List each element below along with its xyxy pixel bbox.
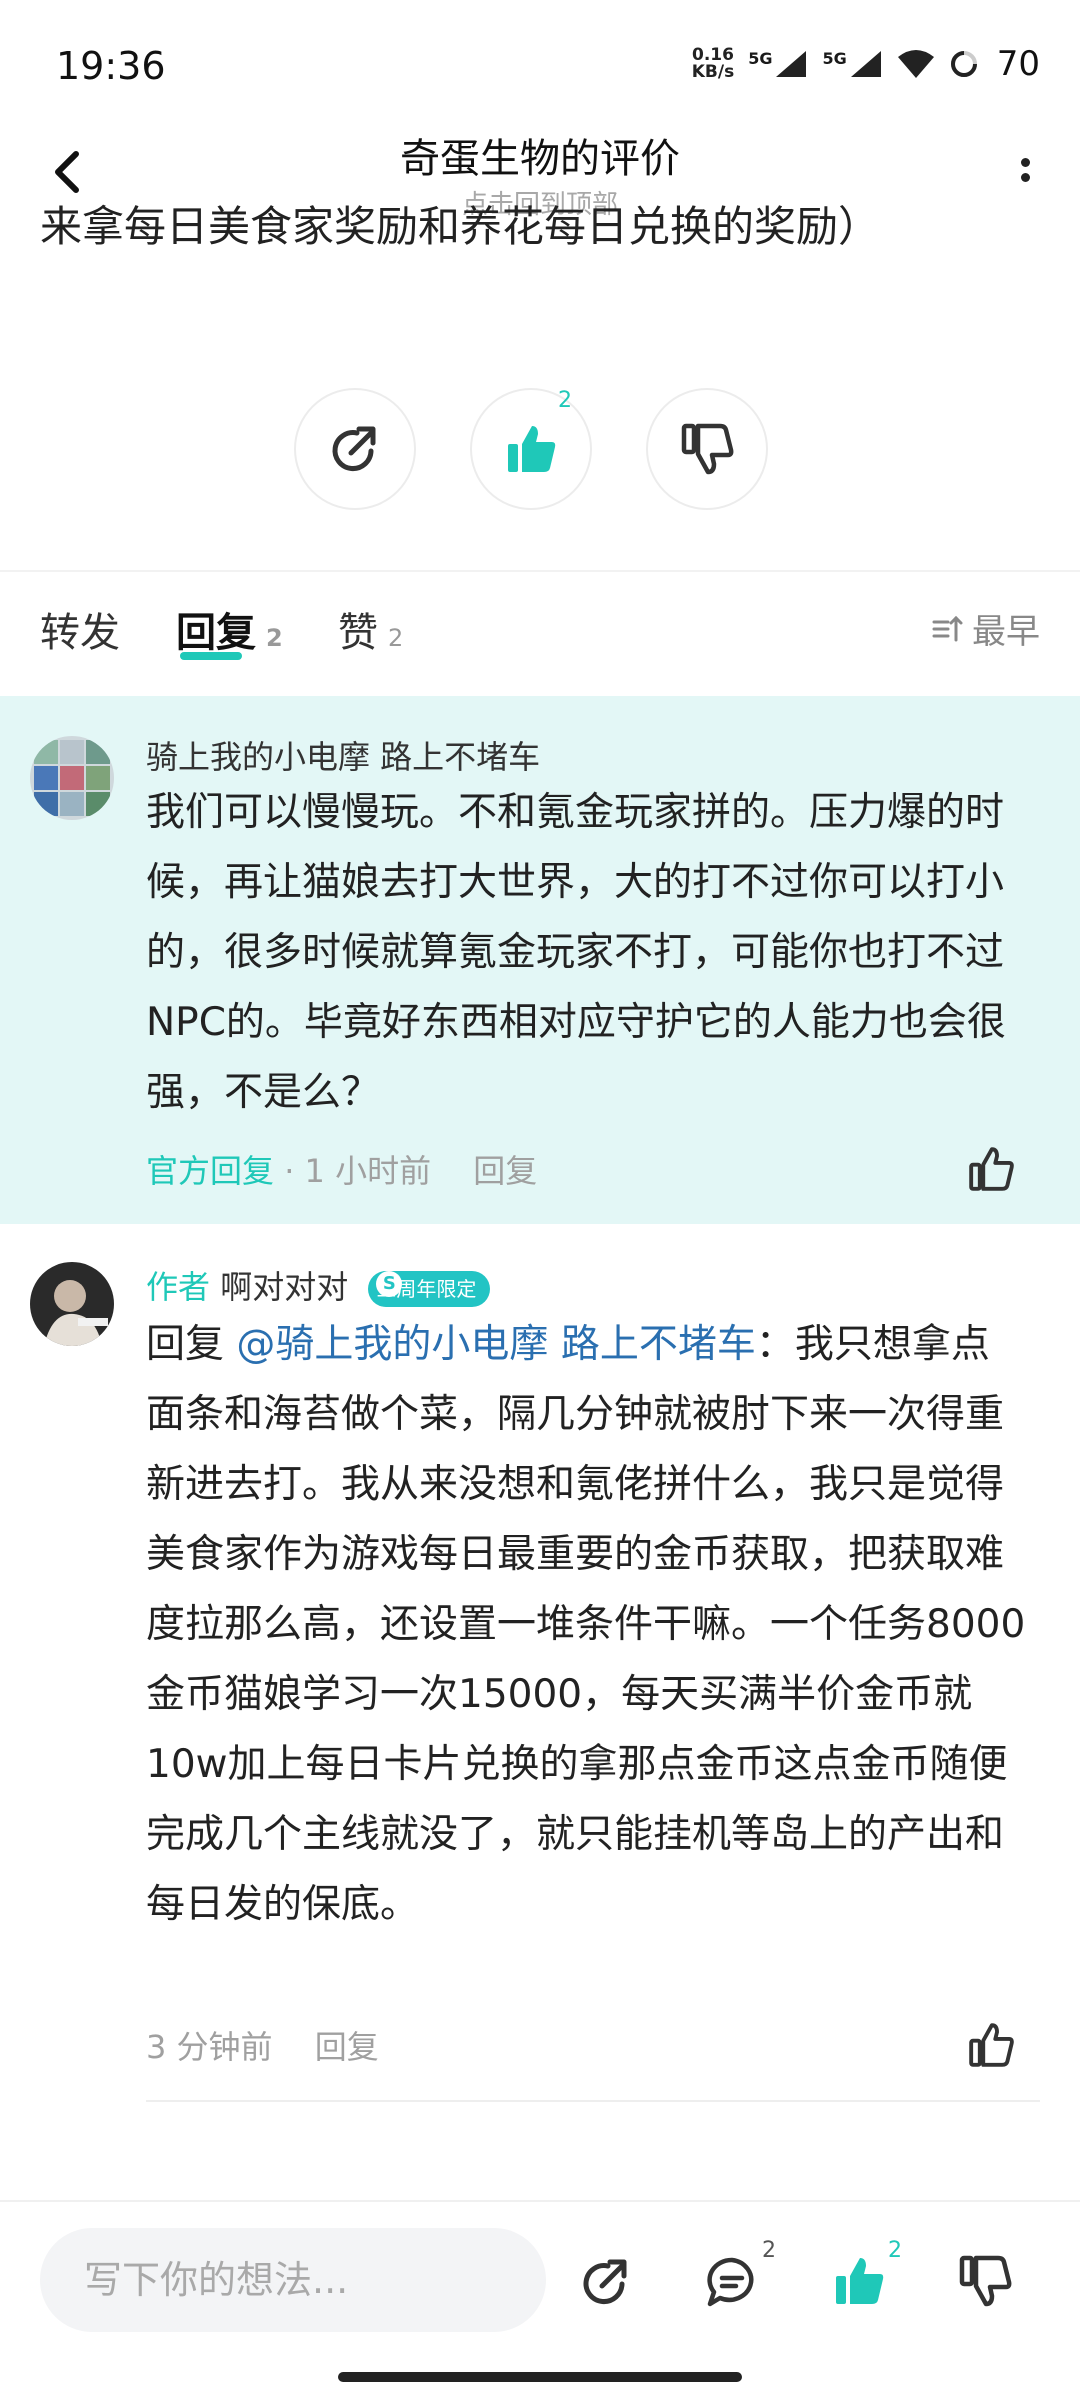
thumbs-up-icon bbox=[969, 1147, 1014, 1191]
home-indicator[interactable] bbox=[338, 2372, 742, 2382]
comment-text: 回复 @骑上我的小电摩 路上不堵车：我只想拿点面条和海苔做个菜，隔几分钟就被肘下… bbox=[146, 1322, 1026, 1927]
reply-button[interactable]: 回复 bbox=[473, 1152, 537, 1190]
comment-count: 2 bbox=[762, 2238, 776, 2263]
more-options-button[interactable] bbox=[1010, 152, 1040, 202]
dislike-button[interactable] bbox=[956, 2252, 1014, 2314]
avatar[interactable] bbox=[30, 1262, 114, 1346]
author-line: 作者 啊对对对 S 三周年限定 bbox=[146, 1262, 491, 1308]
sort-button[interactable]: 最早 bbox=[932, 604, 1040, 653]
comment-input[interactable]: 写下你的想法... bbox=[40, 2228, 546, 2332]
like-count: 2 bbox=[888, 2238, 902, 2263]
thumbs-up-icon bbox=[836, 2258, 884, 2304]
mention-link[interactable]: @骑上我的小电摩 路上不堵车 bbox=[236, 1322, 755, 1367]
divider bbox=[146, 2100, 1040, 2102]
clock: 19:36 bbox=[56, 44, 166, 88]
comment-meta: 官方回复 · 1 小时前 回复 bbox=[146, 1146, 537, 1192]
author-label: 作者 bbox=[146, 1268, 211, 1306]
like-count: 2 bbox=[558, 388, 572, 413]
sort-icon bbox=[932, 615, 963, 641]
comment-meta: 3 分钟前 回复 bbox=[146, 2022, 379, 2068]
page-title[interactable]: 奇蛋生物的评价 bbox=[0, 126, 1080, 184]
thumbs-up-icon bbox=[508, 426, 556, 472]
comment-time: 3 分钟前 bbox=[146, 2028, 273, 2066]
active-tab-indicator bbox=[180, 652, 242, 660]
thumbs-down-icon bbox=[959, 2255, 1012, 2307]
status-bar: 19:36 0.16 KB/s 5G 5G 70 bbox=[0, 0, 1080, 130]
divider bbox=[0, 2200, 1080, 2202]
divider bbox=[0, 570, 1080, 572]
thumbs-down-icon bbox=[681, 423, 734, 475]
wifi-icon bbox=[897, 50, 934, 78]
anniversary-badge: S 三周年限定 bbox=[368, 1271, 491, 1307]
share-button[interactable] bbox=[578, 2254, 634, 2314]
dislike-button[interactable] bbox=[646, 388, 768, 510]
official-reply-label: 官方回复 bbox=[146, 1152, 275, 1190]
share-icon bbox=[583, 2259, 627, 2305]
username[interactable]: 啊对对对 bbox=[220, 1268, 348, 1306]
like-button[interactable]: 2 bbox=[470, 388, 592, 510]
official-reply-card: 骑上我的小电摩 路上不堵车 我们可以慢慢玩。不和氪金玩家拼的。压力爆的时候，再让… bbox=[0, 696, 1080, 1224]
network-speed: 0.16 KB/s bbox=[691, 45, 735, 82]
share-icon bbox=[332, 426, 376, 472]
tab-reply[interactable]: 回复 2 bbox=[176, 600, 283, 660]
comment-like-button[interactable] bbox=[966, 2020, 1016, 2070]
tab-like[interactable]: 赞2 bbox=[338, 600, 403, 658]
battery-icon bbox=[950, 51, 977, 77]
comment-button[interactable] bbox=[704, 2254, 760, 2314]
comment-icon bbox=[707, 2257, 754, 2307]
comment-like-button[interactable] bbox=[966, 1144, 1016, 1194]
reaction-tabs: 转发 回复 2 赞2 最早 bbox=[0, 600, 1080, 680]
username[interactable]: 骑上我的小电摩 路上不堵车 bbox=[146, 732, 540, 778]
comment-time: · 1 小时前 bbox=[284, 1152, 432, 1190]
signal-icon: 5G bbox=[748, 49, 808, 79]
thumbs-up-icon bbox=[969, 2023, 1014, 2067]
like-button[interactable] bbox=[830, 2252, 888, 2314]
battery-level: 70 bbox=[996, 44, 1040, 84]
avatar[interactable] bbox=[30, 736, 114, 820]
share-button[interactable] bbox=[294, 388, 416, 510]
review-text-tail: 来拿每日美食家奖励和养花每日兑换的奖励） bbox=[40, 202, 881, 251]
more-icon bbox=[1020, 158, 1030, 167]
signal-icon-2: 5G bbox=[822, 49, 882, 79]
status-icons: 0.16 KB/s 5G 5G 70 bbox=[692, 44, 1040, 84]
reply-button[interactable]: 回复 bbox=[315, 2028, 379, 2066]
tab-repost[interactable]: 转发 bbox=[40, 600, 120, 658]
comment-text: 我们可以慢慢玩。不和氪金玩家拼的。压力爆的时候，再让猫娘去打大世界，大的打不过你… bbox=[146, 790, 1006, 1115]
